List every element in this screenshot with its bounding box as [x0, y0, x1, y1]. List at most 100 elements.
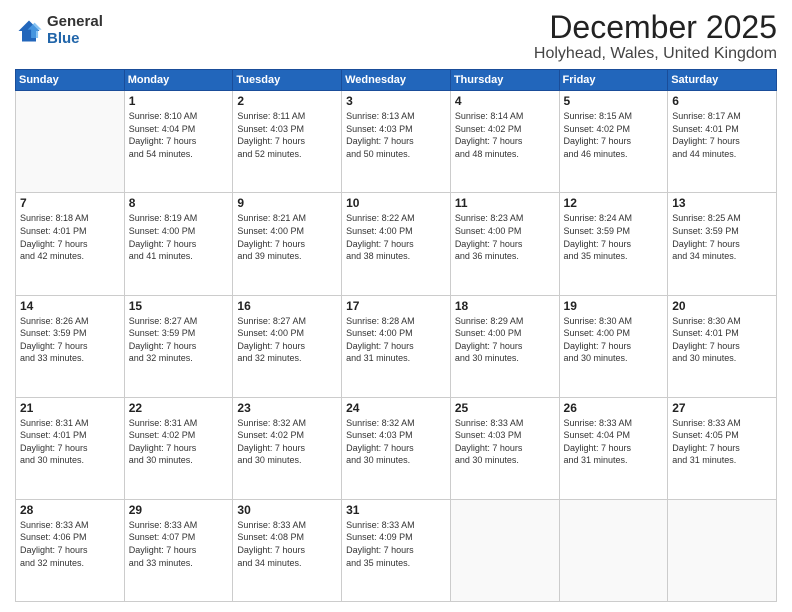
day-number: 3: [346, 94, 446, 108]
logo-general: General: [47, 14, 103, 31]
table-row: 27 Sunrise: 8:33 AM Sunset: 4:05 PM Dayli…: [668, 397, 777, 499]
col-thursday: Thursday: [450, 70, 559, 91]
day-info: Sunrise: 8:32 AM Sunset: 4:03 PM Dayligh…: [346, 417, 446, 467]
day-info: Sunrise: 8:33 AM Sunset: 4:05 PM Dayligh…: [672, 417, 772, 467]
col-friday: Friday: [559, 70, 668, 91]
day-info: Sunrise: 8:31 AM Sunset: 4:02 PM Dayligh…: [129, 417, 229, 467]
table-row: 16Sunrise: 8:27 AM Sunset: 4:00 PM Dayli…: [233, 295, 342, 397]
day-info: Sunrise: 8:30 AM Sunset: 4:01 PM Dayligh…: [672, 315, 772, 365]
table-row: 18 Sunrise: 8:29 AM Sunset: 4:00 PM Dayli…: [450, 295, 559, 397]
table-row: 1 Sunrise: 8:10 AM Sunset: 4:04 PM Daylig…: [124, 91, 233, 193]
day-info: Sunrise: 8:13 AM Sunset: 4:03 PM Dayligh…: [346, 110, 446, 160]
table-row: 5 Sunrise: 8:15 AM Sunset: 4:02 PM Daylig…: [559, 91, 668, 193]
table-row: [16, 91, 125, 193]
day-number: 12: [564, 196, 664, 210]
table-row: 14Sunrise: 8:26 AM Sunset: 3:59 PM Dayli…: [16, 295, 125, 397]
day-info: Sunrise: 8:21 AM Sunset: 4:00 PM Dayligh…: [237, 212, 337, 262]
day-number: 17: [346, 299, 446, 313]
day-number: 24: [346, 401, 446, 415]
table-row: 2 Sunrise: 8:11 AM Sunset: 4:03 PM Daylig…: [233, 91, 342, 193]
day-number: 4: [455, 94, 555, 108]
day-number: 30: [237, 503, 337, 517]
table-row: 29Sunrise: 8:33 AM Sunset: 4:07 PM Dayli…: [124, 499, 233, 601]
calendar-week-row: 28Sunrise: 8:33 AM Sunset: 4:06 PM Dayli…: [16, 499, 777, 601]
logo-text: General Blue: [47, 14, 103, 47]
table-row: 28Sunrise: 8:33 AM Sunset: 4:06 PM Dayli…: [16, 499, 125, 601]
logo-icon: [15, 17, 43, 45]
day-number: 25: [455, 401, 555, 415]
day-info: Sunrise: 8:30 AM Sunset: 4:00 PM Dayligh…: [564, 315, 664, 365]
day-number: 16: [237, 299, 337, 313]
day-number: 13: [672, 196, 772, 210]
col-sunday: Sunday: [16, 70, 125, 91]
day-info: Sunrise: 8:18 AM Sunset: 4:01 PM Dayligh…: [20, 212, 120, 262]
day-number: 9: [237, 196, 337, 210]
table-row: 25 Sunrise: 8:33 AM Sunset: 4:03 PM Dayli…: [450, 397, 559, 499]
day-info: Sunrise: 8:19 AM Sunset: 4:00 PM Dayligh…: [129, 212, 229, 262]
day-info: Sunrise: 8:11 AM Sunset: 4:03 PM Dayligh…: [237, 110, 337, 160]
day-number: 2: [237, 94, 337, 108]
calendar-week-row: 7 Sunrise: 8:18 AM Sunset: 4:01 PM Daylig…: [16, 193, 777, 295]
day-number: 31: [346, 503, 446, 517]
day-number: 10: [346, 196, 446, 210]
day-info: Sunrise: 8:14 AM Sunset: 4:02 PM Dayligh…: [455, 110, 555, 160]
day-info: Sunrise: 8:23 AM Sunset: 4:00 PM Dayligh…: [455, 212, 555, 262]
day-info: Sunrise: 8:33 AM Sunset: 4:04 PM Dayligh…: [564, 417, 664, 467]
table-row: 26 Sunrise: 8:33 AM Sunset: 4:04 PM Dayli…: [559, 397, 668, 499]
day-number: 7: [20, 196, 120, 210]
day-number: 23: [237, 401, 337, 415]
col-tuesday: Tuesday: [233, 70, 342, 91]
title-block: December 2025 Holyhead, Wales, United Ki…: [534, 10, 777, 63]
day-info: Sunrise: 8:33 AM Sunset: 4:09 PM Dayligh…: [346, 519, 446, 569]
day-info: Sunrise: 8:33 AM Sunset: 4:03 PM Dayligh…: [455, 417, 555, 467]
day-info: Sunrise: 8:32 AM Sunset: 4:02 PM Dayligh…: [237, 417, 337, 467]
day-number: 11: [455, 196, 555, 210]
day-info: Sunrise: 8:29 AM Sunset: 4:00 PM Dayligh…: [455, 315, 555, 365]
day-number: 22: [129, 401, 229, 415]
calendar-week-row: 1 Sunrise: 8:10 AM Sunset: 4:04 PM Daylig…: [16, 91, 777, 193]
page: General Blue December 2025 Holyhead, Wal…: [0, 0, 792, 612]
calendar-week-row: 21Sunrise: 8:31 AM Sunset: 4:01 PM Dayli…: [16, 397, 777, 499]
calendar-table: Sunday Monday Tuesday Wednesday Thursday…: [15, 69, 777, 602]
table-row: 10Sunrise: 8:22 AM Sunset: 4:00 PM Dayli…: [342, 193, 451, 295]
table-row: [668, 499, 777, 601]
table-row: 30 Sunrise: 8:33 AM Sunset: 4:08 PM Dayli…: [233, 499, 342, 601]
table-row: 24 Sunrise: 8:32 AM Sunset: 4:03 PM Dayli…: [342, 397, 451, 499]
day-info: Sunrise: 8:25 AM Sunset: 3:59 PM Dayligh…: [672, 212, 772, 262]
table-row: 4 Sunrise: 8:14 AM Sunset: 4:02 PM Daylig…: [450, 91, 559, 193]
calendar-week-row: 14Sunrise: 8:26 AM Sunset: 3:59 PM Dayli…: [16, 295, 777, 397]
day-info: Sunrise: 8:27 AM Sunset: 3:59 PM Dayligh…: [129, 315, 229, 365]
day-number: 18: [455, 299, 555, 313]
day-number: 27: [672, 401, 772, 415]
table-row: 11 Sunrise: 8:23 AM Sunset: 4:00 PM Dayli…: [450, 193, 559, 295]
table-row: 15Sunrise: 8:27 AM Sunset: 3:59 PM Dayli…: [124, 295, 233, 397]
day-number: 6: [672, 94, 772, 108]
day-number: 20: [672, 299, 772, 313]
table-row: 6 Sunrise: 8:17 AM Sunset: 4:01 PM Daylig…: [668, 91, 777, 193]
table-row: 21Sunrise: 8:31 AM Sunset: 4:01 PM Dayli…: [16, 397, 125, 499]
day-number: 21: [20, 401, 120, 415]
logo: General Blue: [15, 14, 103, 47]
logo-blue: Blue: [47, 31, 103, 48]
day-number: 5: [564, 94, 664, 108]
table-row: 22 Sunrise: 8:31 AM Sunset: 4:02 PM Dayli…: [124, 397, 233, 499]
day-number: 14: [20, 299, 120, 313]
day-number: 29: [129, 503, 229, 517]
table-row: 19 Sunrise: 8:30 AM Sunset: 4:00 PM Dayli…: [559, 295, 668, 397]
day-info: Sunrise: 8:33 AM Sunset: 4:08 PM Dayligh…: [237, 519, 337, 569]
day-number: 28: [20, 503, 120, 517]
day-info: Sunrise: 8:17 AM Sunset: 4:01 PM Dayligh…: [672, 110, 772, 160]
day-number: 19: [564, 299, 664, 313]
subtitle: Holyhead, Wales, United Kingdom: [534, 45, 777, 63]
table-row: 23 Sunrise: 8:32 AM Sunset: 4:02 PM Dayli…: [233, 397, 342, 499]
day-number: 8: [129, 196, 229, 210]
day-number: 1: [129, 94, 229, 108]
col-monday: Monday: [124, 70, 233, 91]
main-title: December 2025: [534, 10, 777, 45]
table-row: 13 Sunrise: 8:25 AM Sunset: 3:59 PM Dayli…: [668, 193, 777, 295]
day-info: Sunrise: 8:15 AM Sunset: 4:02 PM Dayligh…: [564, 110, 664, 160]
table-row: 12Sunrise: 8:24 AM Sunset: 3:59 PM Dayli…: [559, 193, 668, 295]
day-info: Sunrise: 8:10 AM Sunset: 4:04 PM Dayligh…: [129, 110, 229, 160]
day-number: 26: [564, 401, 664, 415]
col-saturday: Saturday: [668, 70, 777, 91]
